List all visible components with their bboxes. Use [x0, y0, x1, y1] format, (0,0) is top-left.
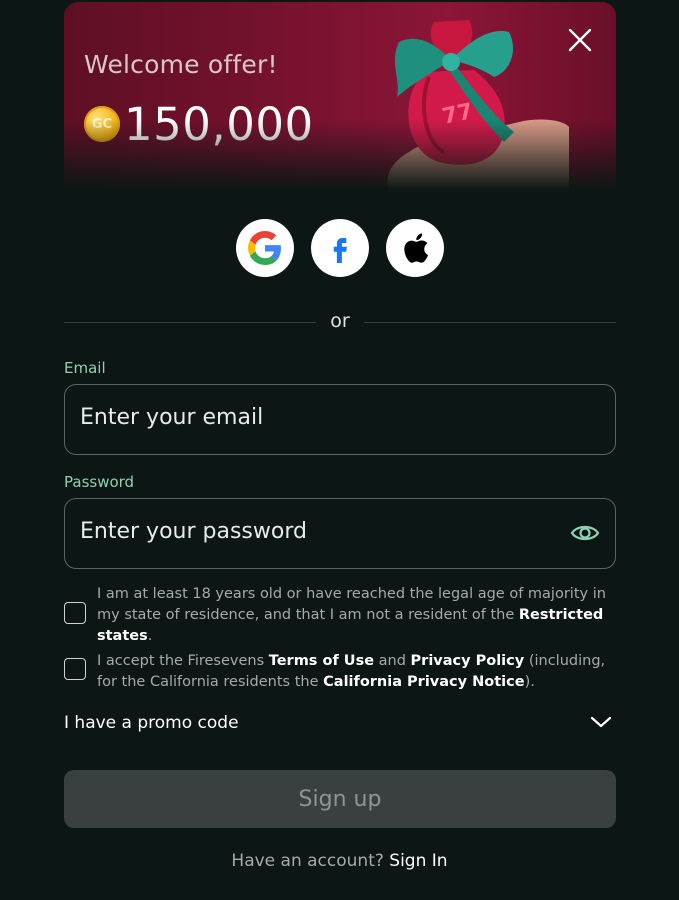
terms-of-use-link[interactable]: Terms of Use [269, 653, 374, 669]
terms-text-part: and [374, 653, 411, 669]
chevron-down-icon [590, 716, 612, 728]
terms-consent-checkbox[interactable] [64, 658, 86, 680]
close-icon[interactable] [566, 26, 594, 54]
privacy-policy-link[interactable]: Privacy Policy [411, 653, 525, 669]
age-consent-text-end: . [147, 628, 153, 644]
banner-fade [64, 120, 616, 190]
social-login-row [236, 219, 444, 277]
divider-right [364, 322, 616, 323]
terms-text-part: I accept the Firesevens [97, 653, 269, 669]
divider-left [64, 322, 316, 323]
promo-code-label: I have a promo code [64, 713, 239, 733]
email-label: Email [64, 359, 106, 377]
password-placeholder: Enter your password [80, 519, 307, 544]
california-privacy-notice-link[interactable]: California Privacy Notice [323, 674, 524, 690]
facebook-login-button[interactable] [311, 219, 369, 277]
email-field[interactable]: Enter your email [64, 384, 616, 455]
age-consent-checkbox[interactable] [64, 602, 86, 624]
welcome-offer-banner: 77 Welcome offer! GC 150,000 [64, 2, 616, 190]
terms-text-end: ). [524, 674, 535, 690]
sign-in-link[interactable]: Sign In [389, 851, 447, 871]
age-consent-text: I am at least 18 years old or have reach… [97, 584, 617, 647]
have-account-question: Have an account? [231, 851, 390, 871]
google-login-button[interactable] [236, 219, 294, 277]
offer-title: Welcome offer! [84, 50, 278, 79]
promo-code-toggle[interactable]: I have a promo code [64, 710, 616, 738]
email-placeholder: Enter your email [80, 405, 264, 430]
facebook-icon [333, 238, 347, 263]
password-label: Password [64, 473, 135, 491]
terms-consent-text: I accept the Firesevens Terms of Use and… [97, 651, 617, 693]
sign-up-button[interactable]: Sign up [64, 770, 616, 828]
show-password-eye-icon[interactable] [570, 521, 600, 545]
have-account-text: Have an account? Sign In [0, 851, 679, 871]
password-field[interactable]: Enter your password [64, 498, 616, 569]
divider-or: or [330, 310, 350, 332]
apple-icon [404, 233, 429, 263]
google-icon [248, 231, 281, 265]
apple-login-button[interactable] [386, 219, 444, 277]
